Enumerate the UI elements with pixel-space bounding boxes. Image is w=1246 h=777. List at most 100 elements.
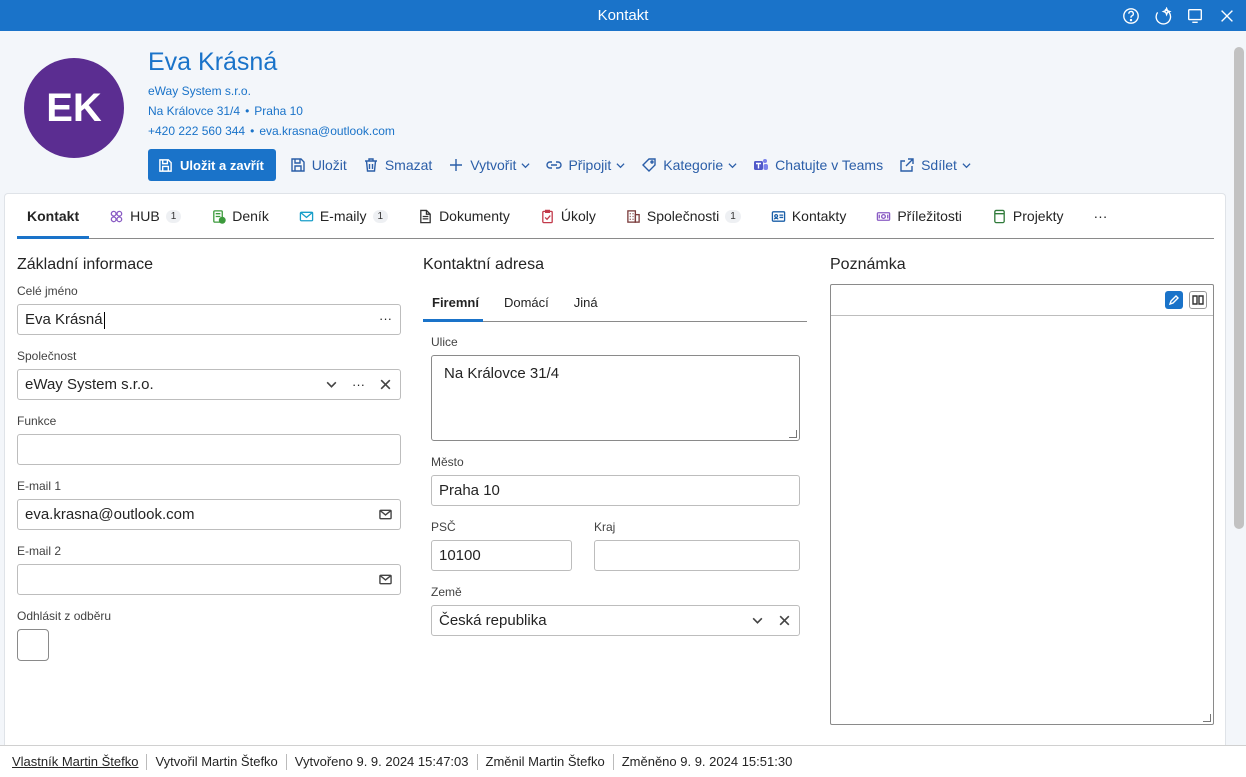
contact-card-icon	[771, 210, 786, 222]
more-options-icon[interactable]: ···	[379, 312, 392, 325]
country-label: Země	[431, 585, 462, 599]
mail-icon[interactable]	[379, 573, 392, 586]
region-input[interactable]	[594, 540, 800, 571]
project-icon	[994, 209, 1005, 223]
whats-new-icon[interactable]	[1152, 5, 1174, 27]
tag-icon	[642, 158, 656, 172]
save-and-close-button[interactable]: Uložit a zavřít	[148, 149, 276, 181]
subtab-firemni[interactable]: Firemní	[423, 284, 491, 322]
function-label: Funkce	[17, 414, 57, 428]
country-select[interactable]: Česká republika	[431, 605, 800, 636]
tab-spolecnosti[interactable]: Společnosti 1	[616, 194, 751, 238]
header-email-link[interactable]: eva.krasna@outlook.com	[259, 124, 395, 138]
emails-count-badge: 1	[372, 209, 389, 223]
company-select[interactable]: eWay System s.r.o. ···	[17, 369, 401, 400]
resize-handle[interactable]	[1203, 714, 1211, 722]
resize-handle[interactable]	[789, 430, 797, 438]
owner-link[interactable]: Vlastník Martin Štefko	[0, 753, 148, 770]
more-icon: ···	[1093, 208, 1108, 224]
toolbar: Uložit a zavřít Uložit Smazat Vytvořit P…	[148, 149, 987, 181]
preview-book-icon[interactable]	[1189, 291, 1207, 309]
changed-by: Změnil Martin Štefko	[478, 753, 614, 770]
edit-pencil-icon[interactable]	[1165, 291, 1183, 309]
address-section: Kontaktní adresa Firemní Domácí Jiná Uli…	[423, 256, 807, 636]
region-label: Kraj	[594, 520, 616, 534]
task-icon	[542, 209, 553, 223]
email2-label: E-mail 2	[17, 544, 62, 558]
window-title: Kontakt	[597, 7, 649, 24]
tab-projekty[interactable]: Projekty	[982, 194, 1074, 238]
city-input[interactable]: Praha 10	[431, 475, 800, 506]
share-icon	[900, 158, 914, 172]
zip-label: PSČ	[431, 520, 456, 534]
header-phone-link[interactable]: +420 222 560 344	[148, 124, 245, 138]
delete-button[interactable]: Smazat	[363, 157, 432, 173]
category-button[interactable]: Kategorie	[641, 157, 737, 173]
created-date: Vytvořeno 9. 9. 2024 15:47:03	[287, 753, 478, 770]
header-address[interactable]: Na Královce 31/4 • Praha 10	[148, 104, 303, 118]
subtab-domaci[interactable]: Domácí	[495, 284, 561, 321]
company-label: Společnost	[17, 349, 77, 363]
scrollbar-thumb[interactable]	[1234, 47, 1244, 529]
teams-icon	[754, 159, 769, 170]
hub-icon	[110, 210, 123, 222]
header-city: Praha 10	[254, 104, 303, 118]
save-icon	[291, 158, 305, 172]
tab-denik[interactable]: Deník	[201, 194, 279, 238]
chevron-down-icon[interactable]	[325, 378, 338, 391]
header-company-link[interactable]: eWay System s.r.o.	[148, 84, 251, 98]
note-editor[interactable]	[830, 284, 1214, 725]
street-label: Ulice	[431, 335, 458, 349]
more-options-icon[interactable]: ···	[352, 378, 365, 391]
tab-kontakt[interactable]: Kontakt	[17, 194, 90, 239]
zip-input[interactable]: 10100	[431, 540, 572, 571]
share-button[interactable]: Sdílet	[899, 157, 971, 173]
document-icon	[420, 209, 431, 223]
close-icon[interactable]	[1216, 5, 1238, 27]
unsubscribe-checkbox[interactable]	[17, 629, 49, 661]
mail-icon[interactable]	[379, 508, 392, 521]
tab-more[interactable]: ···	[1083, 194, 1117, 238]
fullname-input[interactable]: Eva Krásná ···	[17, 304, 401, 335]
tab-emaily[interactable]: E-maily 1	[289, 194, 398, 238]
mail-icon	[299, 211, 314, 221]
plus-icon	[450, 159, 463, 171]
subtab-jina[interactable]: Jiná	[565, 284, 610, 321]
tab-kontakty[interactable]: Kontakty	[761, 194, 856, 238]
clear-icon[interactable]	[778, 614, 791, 627]
main-panel: Kontakt HUB 1 Deník E-maily 1 Dokumenty …	[4, 193, 1226, 745]
contact-header: EK Eva Krásná eWay System s.r.o. Na Král…	[0, 31, 1232, 193]
building-icon	[627, 209, 640, 223]
tab-dokumenty[interactable]: Dokumenty	[408, 194, 520, 238]
hub-count-badge: 1	[165, 209, 182, 223]
trash-icon	[364, 158, 377, 172]
link-icon	[546, 161, 563, 169]
chevron-down-icon	[728, 162, 737, 168]
save-button[interactable]: Uložit	[290, 157, 347, 173]
chevron-down-icon	[962, 162, 971, 168]
tab-bar: Kontakt HUB 1 Deník E-maily 1 Dokumenty …	[17, 194, 1214, 239]
email1-input[interactable]: eva.krasna@outlook.com	[17, 499, 401, 530]
chevron-down-icon	[616, 162, 625, 168]
tab-hub[interactable]: HUB 1	[99, 194, 191, 238]
tab-prilezitosti[interactable]: Příležitosti	[866, 194, 972, 238]
screen-icon[interactable]	[1184, 5, 1206, 27]
email2-input[interactable]	[17, 564, 401, 595]
chevron-down-icon[interactable]	[751, 614, 764, 627]
fullname-label: Celé jméno	[17, 284, 78, 298]
email1-label: E-mail 1	[17, 479, 62, 493]
function-input[interactable]	[17, 434, 401, 465]
help-icon[interactable]	[1120, 5, 1142, 27]
note-title: Poznámka	[830, 256, 906, 273]
teams-chat-button[interactable]: Chatujte v Teams	[753, 157, 883, 173]
create-button[interactable]: Vytvořit	[448, 157, 530, 173]
header-contacts: +420 222 560 344 • eva.krasna@outlook.com	[148, 124, 395, 138]
clear-icon[interactable]	[379, 378, 392, 391]
header-street: Na Královce 31/4	[148, 104, 241, 118]
basic-info-title: Základní informace	[17, 256, 154, 273]
connect-button[interactable]: Připojit	[546, 157, 625, 173]
tab-ukoly[interactable]: Úkoly	[530, 194, 606, 238]
avatar: EK	[24, 58, 124, 158]
street-textarea[interactable]: Na Královce 31/4	[431, 355, 800, 441]
status-bar: Vlastník Martin Štefko Vytvořil Martin Š…	[0, 745, 1246, 777]
